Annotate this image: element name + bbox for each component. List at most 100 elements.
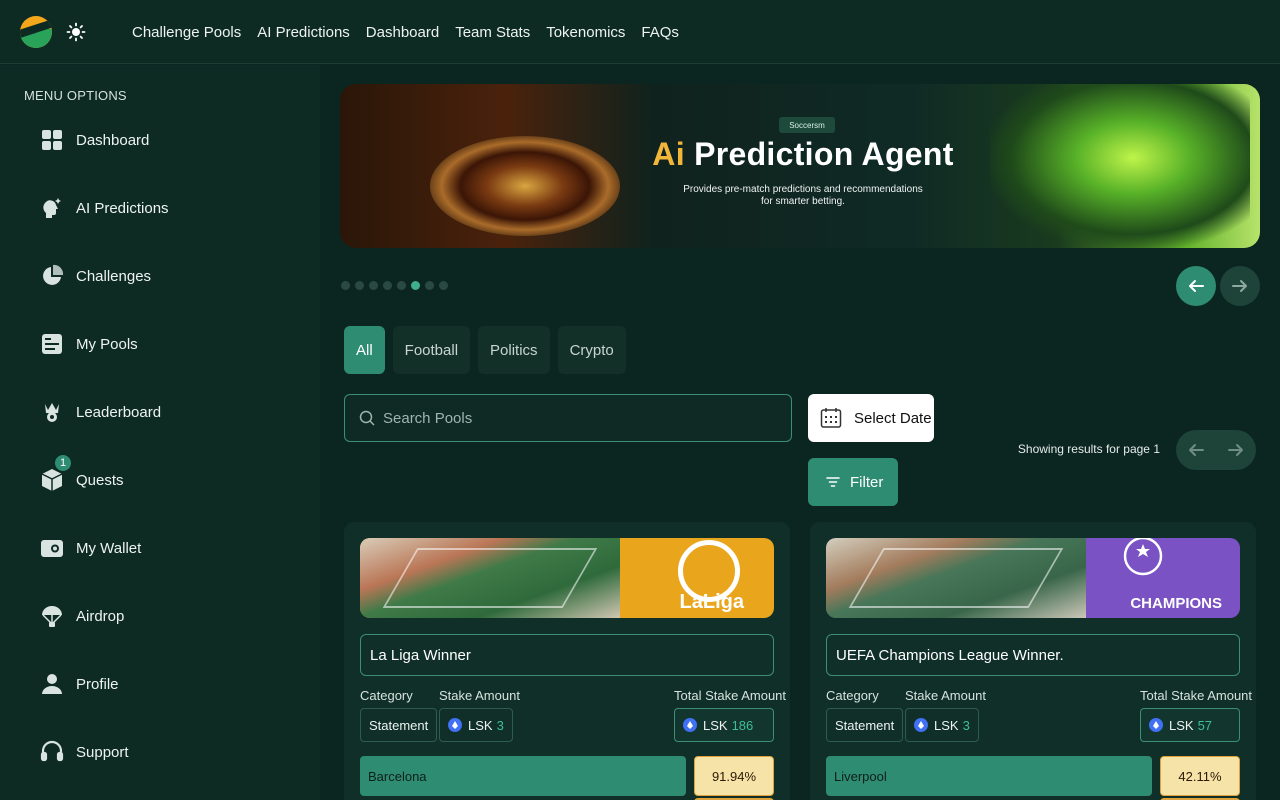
sidebar-item-label: Quests <box>76 471 124 489</box>
select-date-label: Select Date <box>854 409 932 427</box>
banner-title-accent: Ai <box>652 136 685 172</box>
sidebar: MENU OPTIONS Dashboard AI Predictions Ch… <box>0 65 320 800</box>
sidebar-item-leaderboard[interactable]: Leaderboard <box>40 396 280 428</box>
sidebar-item-label: Leaderboard <box>76 403 162 421</box>
results-text: Showing results for page 1 <box>1017 442 1160 456</box>
option-bar[interactable]: Barcelona <box>360 756 686 796</box>
carousel-dot[interactable] <box>383 281 392 290</box>
stake-label: Stake Amount <box>439 688 520 703</box>
sidebar-item-my-wallet[interactable]: My Wallet <box>40 532 280 564</box>
filter-button[interactable]: Filter <box>808 458 898 506</box>
pool-card-image: CHAMPIONS <box>826 538 1240 618</box>
carousel-dot[interactable] <box>439 281 448 290</box>
banner-title-rest: Prediction Agent <box>684 136 954 172</box>
total-stake-label: Total Stake Amount <box>674 688 787 703</box>
sidebar-item-profile[interactable]: Profile <box>40 668 280 700</box>
sidebar-item-airdrop[interactable]: Airdrop <box>40 600 280 632</box>
sidebar-item-label: Dashboard <box>76 131 150 149</box>
stake-label: Stake Amount <box>905 688 986 703</box>
roulette-image <box>430 136 620 236</box>
carousel-next-button[interactable] <box>1220 266 1260 306</box>
carousel-dot[interactable] <box>341 281 350 290</box>
sidebar-item-dashboard[interactable]: Dashboard <box>40 124 280 156</box>
stake-value: LSK 3 <box>439 708 513 742</box>
nav-ai-predictions[interactable]: AI Predictions <box>257 24 350 41</box>
dashboard-icon <box>42 130 62 150</box>
calendar-icon <box>820 408 842 428</box>
option-bar[interactable]: Liverpool <box>826 756 1152 796</box>
ai-predictions-icon <box>43 198 61 218</box>
arrow-left-icon <box>1189 280 1204 292</box>
logo[interactable] <box>20 16 52 48</box>
sidebar-item-label: Airdrop <box>76 607 125 625</box>
sidebar-item-my-pools[interactable]: My Pools <box>40 328 280 360</box>
carousel-dots <box>341 281 448 290</box>
lisk-icon <box>1149 718 1163 732</box>
category-label: Category <box>826 688 879 703</box>
category-value: Statement <box>826 708 904 742</box>
stake-currency: LSK <box>468 717 493 733</box>
total-amount: 186 <box>731 717 754 733</box>
sidebar-item-label: Challenges <box>76 267 152 285</box>
page-prev-icon[interactable] <box>1187 441 1205 459</box>
search-input[interactable] <box>383 409 763 427</box>
banner-subtitle: Provides pre-match predictions and recom… <box>653 184 953 208</box>
carousel-prev-button[interactable] <box>1176 266 1216 306</box>
option-percent: 91.94% <box>694 756 774 796</box>
sun-icon[interactable] <box>66 22 86 42</box>
carousel-dot[interactable] <box>369 281 378 290</box>
carousel-dot[interactable] <box>355 281 364 290</box>
top-navbar: Challenge Pools AI Predictions Dashboard… <box>0 0 1280 64</box>
carousel-dot[interactable] <box>397 281 406 290</box>
lisk-icon <box>914 718 928 732</box>
main-nav: Challenge Pools AI Predictions Dashboard… <box>132 0 679 64</box>
challenges-icon <box>43 264 64 285</box>
promo-banner[interactable]: Soccersm Ai Prediction Agent Provides pr… <box>340 84 1260 248</box>
nav-challenge-pools[interactable]: Challenge Pools <box>132 24 241 41</box>
category-value: Statement <box>360 708 438 742</box>
sidebar-item-label: Profile <box>76 675 119 693</box>
nav-dashboard[interactable]: Dashboard <box>366 24 439 41</box>
tab-crypto[interactable]: Crypto <box>557 326 626 374</box>
stake-currency: LSK <box>934 717 959 733</box>
arrow-right-icon <box>1232 280 1247 292</box>
headset-icon <box>40 740 64 762</box>
sidebar-item-support[interactable]: Support <box>40 736 280 768</box>
category-label: Category <box>360 688 413 703</box>
pool-name: UEFA Champions League Winner. <box>826 634 1240 676</box>
tab-politics[interactable]: Politics <box>478 326 550 374</box>
tab-all[interactable]: All <box>344 326 385 374</box>
total-stake-value: LSK 186 <box>674 708 774 742</box>
category-tabs: All Football Politics Crypto <box>344 326 626 374</box>
sidebar-item-ai-predictions[interactable]: AI Predictions <box>40 192 280 224</box>
total-amount: 57 <box>1197 717 1213 733</box>
pool-card-image: LaLiga <box>360 538 774 618</box>
nav-team-stats[interactable]: Team Stats <box>455 24 530 41</box>
banner-title: Ai Prediction Agent <box>643 136 963 173</box>
pool-logo-text: LaLiga <box>679 591 744 613</box>
nav-tokenomics[interactable]: Tokenomics <box>546 24 625 41</box>
carousel-dot[interactable] <box>425 281 434 290</box>
sidebar-item-label: AI Predictions <box>76 199 169 217</box>
stake-amount: 3 <box>962 717 970 733</box>
select-date-button[interactable]: Select Date <box>808 394 934 442</box>
sidebar-item-challenges[interactable]: Challenges <box>40 260 280 292</box>
search-box <box>344 394 792 442</box>
banner-subtitle-line: for smarter betting. <box>761 196 845 207</box>
option-percent: 42.11% <box>1160 756 1240 796</box>
nav-faqs[interactable]: FAQs <box>641 24 679 41</box>
page-pager <box>1176 430 1256 470</box>
pool-card[interactable]: CHAMPIONS UEFA Champions League Winner. … <box>810 522 1256 800</box>
total-stake-label: Total Stake Amount <box>1140 688 1253 703</box>
menu-title: MENU OPTIONS <box>24 88 127 103</box>
wallet-icon <box>41 540 63 557</box>
tab-football[interactable]: Football <box>392 326 471 374</box>
pool-name: La Liga Winner <box>360 634 774 676</box>
banner-brand: Soccersm <box>779 117 835 133</box>
user-icon <box>42 674 62 694</box>
carousel-dot[interactable] <box>411 281 420 290</box>
page-next-icon[interactable] <box>1227 441 1245 459</box>
pool-card[interactable]: LaLiga La Liga Winner Category Stake Amo… <box>344 522 790 800</box>
agent-image <box>990 84 1250 248</box>
sidebar-item-quests[interactable]: 1 Quests <box>40 454 280 496</box>
